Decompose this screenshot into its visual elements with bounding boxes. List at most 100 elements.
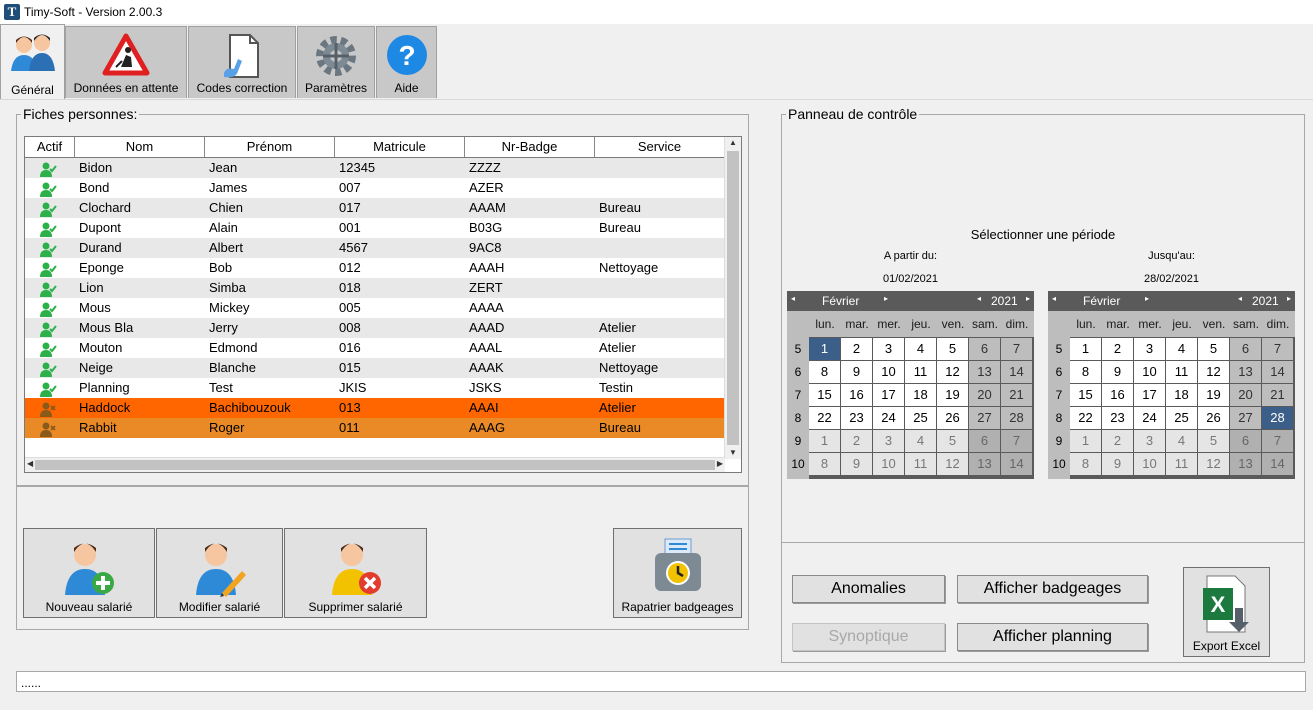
calendar-day[interactable]: 13 xyxy=(1230,453,1261,475)
calendar-day[interactable]: 2 xyxy=(841,430,872,452)
calendar-day[interactable]: 22 xyxy=(1070,407,1101,429)
calendar-day[interactable]: 15 xyxy=(809,384,840,406)
calendar-day[interactable]: 1 xyxy=(809,430,840,452)
tab-pending-data[interactable]: Données en attente xyxy=(65,26,187,98)
calendar-day[interactable]: 27 xyxy=(969,407,1000,429)
export-excel-button[interactable]: X Export Excel xyxy=(1183,567,1270,657)
calendar-day[interactable]: 9 xyxy=(1102,361,1133,383)
calendar-day[interactable]: 4 xyxy=(905,338,936,360)
table-row[interactable]: Durand Albert 4567 9AC8 xyxy=(25,238,725,258)
calendar-day[interactable]: 20 xyxy=(969,384,1000,406)
calendar-day[interactable]: 14 xyxy=(1262,361,1293,383)
column-header-nom[interactable]: Nom xyxy=(75,137,205,157)
prev-month-icon[interactable]: ◂ xyxy=(791,294,795,303)
calendar-day[interactable]: 4 xyxy=(905,430,936,452)
calendar-day[interactable]: 3 xyxy=(873,430,904,452)
calendar-day[interactable]: 5 xyxy=(1198,338,1229,360)
calendar-day[interactable]: 12 xyxy=(937,453,968,475)
calendar-day[interactable]: 1 xyxy=(1070,338,1101,360)
calendar-day[interactable]: 12 xyxy=(937,361,968,383)
scroll-down-icon[interactable]: ▼ xyxy=(729,447,737,459)
calendar-day[interactable]: 13 xyxy=(969,361,1000,383)
calendar-day[interactable]: 5 xyxy=(937,338,968,360)
calendar-day[interactable]: 10 xyxy=(873,361,904,383)
calendar-day[interactable]: 21 xyxy=(1262,384,1293,406)
calendar-day[interactable]: 1 xyxy=(809,338,840,360)
calendar-day[interactable]: 10 xyxy=(873,453,904,475)
calendar-day[interactable]: 28 xyxy=(1262,407,1293,429)
calendar-day[interactable]: 6 xyxy=(969,430,1000,452)
column-header-prenom[interactable]: Prénom xyxy=(205,137,335,157)
calendar-day[interactable]: 8 xyxy=(1070,361,1101,383)
calendar-month[interactable]: Février xyxy=(1083,294,1120,308)
calendar-month[interactable]: Février xyxy=(822,294,859,308)
column-header-matricule[interactable]: Matricule xyxy=(335,137,465,157)
calendar-day[interactable]: 17 xyxy=(873,384,904,406)
calendar-day[interactable]: 15 xyxy=(1070,384,1101,406)
calendar-day[interactable]: 3 xyxy=(1134,430,1165,452)
table-row[interactable]: Clochard Chien 017 AAAM Bureau xyxy=(25,198,725,218)
table-row[interactable]: Haddock Bachibouzouk 013 AAAI Atelier xyxy=(25,398,725,418)
prev-year-icon[interactable]: ◂ xyxy=(977,294,981,303)
table-row[interactable]: Eponge Bob 012 AAAH Nettoyage xyxy=(25,258,725,278)
calendar-day[interactable]: 5 xyxy=(937,430,968,452)
table-row[interactable]: Lion Simba 018 ZERT xyxy=(25,278,725,298)
calendar-day[interactable]: 14 xyxy=(1001,453,1032,475)
calendar-day[interactable]: 6 xyxy=(1230,338,1261,360)
calendar-day[interactable]: 2 xyxy=(841,338,872,360)
calendar-day[interactable]: 7 xyxy=(1001,430,1032,452)
show-planning-button[interactable]: Afficher planning xyxy=(957,623,1148,651)
calendar-day[interactable]: 22 xyxy=(809,407,840,429)
calendar-day[interactable]: 21 xyxy=(1001,384,1032,406)
horizontal-scrollbar[interactable]: ◀ ▶ xyxy=(25,457,725,472)
calendar-day[interactable]: 17 xyxy=(1134,384,1165,406)
calendar-day[interactable]: 25 xyxy=(905,407,936,429)
table-row[interactable]: Mous Mickey 005 AAAA xyxy=(25,298,725,318)
scroll-thumb[interactable] xyxy=(727,151,739,445)
calendar-day[interactable]: 11 xyxy=(905,453,936,475)
calendar-day[interactable]: 6 xyxy=(1230,430,1261,452)
calendar-day[interactable]: 1 xyxy=(1070,430,1101,452)
calendar-day[interactable]: 13 xyxy=(969,453,1000,475)
calendar-day[interactable]: 4 xyxy=(1166,338,1197,360)
calendar-day[interactable]: 24 xyxy=(873,407,904,429)
prev-year-icon[interactable]: ◂ xyxy=(1238,294,1242,303)
show-badges-button[interactable]: Afficher badgeages xyxy=(957,575,1148,603)
table-row[interactable]: Bond James 007 AZER xyxy=(25,178,725,198)
fetch-badges-button[interactable]: Rapatrier badgeages xyxy=(613,528,742,618)
column-header-service[interactable]: Service xyxy=(595,137,725,157)
calendar-day[interactable]: 3 xyxy=(873,338,904,360)
calendar-day[interactable]: 6 xyxy=(969,338,1000,360)
calendar-day[interactable]: 7 xyxy=(1001,338,1032,360)
column-header-actif[interactable]: Actif xyxy=(25,137,75,157)
calendar-year[interactable]: 2021 xyxy=(991,294,1018,308)
calendar-day[interactable]: 27 xyxy=(1230,407,1261,429)
calendar-day[interactable]: 3 xyxy=(1134,338,1165,360)
calendar-day[interactable]: 7 xyxy=(1262,338,1293,360)
calendar-day[interactable]: 14 xyxy=(1262,453,1293,475)
calendar-day[interactable]: 26 xyxy=(1198,407,1229,429)
calendar-day[interactable]: 11 xyxy=(1166,361,1197,383)
scroll-thumb[interactable] xyxy=(35,460,715,470)
calendar-day[interactable]: 10 xyxy=(1134,453,1165,475)
next-month-icon[interactable]: ▸ xyxy=(1145,294,1149,303)
calendar-day[interactable]: 26 xyxy=(937,407,968,429)
table-row[interactable]: Planning Test JKIS JSKS Testin xyxy=(25,378,725,398)
calendar-day[interactable]: 23 xyxy=(1102,407,1133,429)
calendar-day[interactable]: 2 xyxy=(1102,430,1133,452)
calendar-day[interactable]: 9 xyxy=(841,361,872,383)
next-month-icon[interactable]: ▸ xyxy=(884,294,888,303)
calendar-day[interactable]: 9 xyxy=(841,453,872,475)
next-year-icon[interactable]: ▸ xyxy=(1026,294,1030,303)
table-row[interactable]: Dupont Alain 001 B03G Bureau xyxy=(25,218,725,238)
calendar-day[interactable]: 2 xyxy=(1102,338,1133,360)
calendar-day[interactable]: 12 xyxy=(1198,361,1229,383)
calendar-day[interactable]: 14 xyxy=(1001,361,1032,383)
end-date-calendar[interactable]: ◂ Février ▸ ◂ 2021 ▸ lun. mar. mer. jeu. ven… xyxy=(1048,291,1295,479)
table-row[interactable]: Mouton Edmond 016 AAAL Atelier xyxy=(25,338,725,358)
scroll-right-icon[interactable]: ▶ xyxy=(717,458,723,470)
calendar-day[interactable]: 9 xyxy=(1102,453,1133,475)
table-row[interactable]: Bidon Jean 12345 ZZZZ xyxy=(25,158,725,178)
synoptic-button[interactable]: Synoptique xyxy=(792,623,945,651)
calendar-day[interactable]: 7 xyxy=(1262,430,1293,452)
